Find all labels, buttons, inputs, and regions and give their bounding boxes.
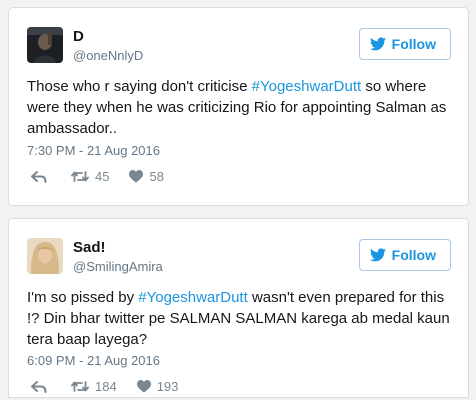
follow-button[interactable]: Follow [358,239,451,271]
follow-label: Follow [391,247,436,263]
timestamp[interactable]: 6:09 PM - 21 Aug 2016 [27,353,160,368]
twitter-bird-icon [369,248,386,262]
reply-icon [31,170,47,183]
tweet-card: Sad! @SmilingAmira Follow I'm so pissed … [8,218,469,398]
like-button[interactable]: 58 [129,169,164,184]
timestamp[interactable]: 7:30 PM - 21 Aug 2016 [27,143,160,158]
user-handle[interactable]: @oneNnlyD [73,48,143,63]
twitter-bird-icon [369,37,386,51]
reply-icon [31,380,47,393]
follow-button[interactable]: Follow [358,28,451,60]
tweet-text: Those who r saying don't criticise #Yoge… [27,76,457,139]
user-handle[interactable]: @SmilingAmira [73,259,163,274]
tweet-text-before: I'm so pissed by [27,289,139,306]
avatar[interactable] [27,27,63,63]
tweet-text-before: Those who r saying don't criticise [27,78,252,95]
tweet-actions: 45 58 [31,169,164,184]
tweet-actions: 184 193 [31,379,178,394]
retweet-button[interactable]: 184 [71,379,117,394]
follow-label: Follow [391,36,436,52]
display-name[interactable]: D [73,28,84,45]
tweet-card: D @oneNnlyD Follow Those who r saying do… [8,7,469,206]
retweet-icon [71,381,89,392]
avatar[interactable] [27,238,63,274]
retweet-count: 45 [95,169,110,184]
like-button[interactable]: 193 [136,379,179,394]
reply-button[interactable] [31,380,47,393]
display-name[interactable]: Sad! [73,239,106,256]
reply-button[interactable] [31,170,47,183]
retweet-button[interactable]: 45 [71,169,109,184]
tweet-text: I'm so pissed by #YogeshwarDutt wasn't e… [27,287,457,350]
like-count: 193 [156,379,179,394]
retweet-count: 184 [95,379,117,394]
heart-icon [136,380,151,393]
like-count: 58 [149,169,164,184]
heart-icon [129,170,144,183]
retweet-icon [71,171,89,182]
hashtag-link[interactable]: #YogeshwarDutt [252,78,362,95]
hashtag-link[interactable]: #YogeshwarDutt [138,289,248,306]
